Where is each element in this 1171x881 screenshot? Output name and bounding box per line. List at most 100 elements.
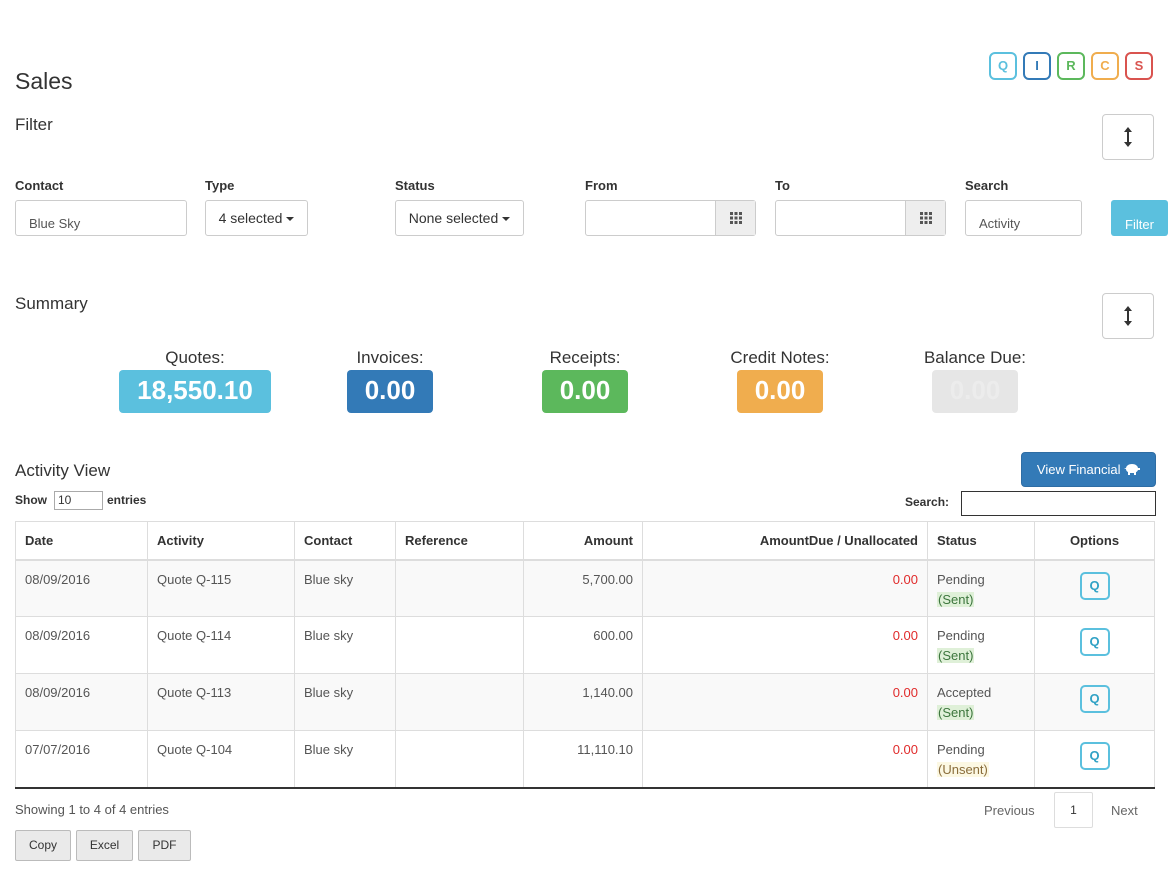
filter-toggle-button[interactable] [1102,114,1154,160]
table-row: 08/09/2016 Quote Q-115 Blue sky 5,700.00… [15,559,1155,617]
invoices-summary-label: Invoices: [356,348,424,367]
quotes-summary-value: 18,550.10 [119,370,271,413]
reference-cell [395,730,524,789]
options-cell: Q [1034,616,1155,674]
summary-toggle-button[interactable] [1102,293,1154,339]
from-date-input[interactable] [585,200,756,236]
type-dropdown-value: 4 selected [218,210,283,226]
credit-notes-summary-value: 0.00 [737,370,823,413]
table-search-input[interactable] [961,491,1156,516]
sent-status-label: (Sent) [937,648,975,663]
amount-cell: 5,700.00 [523,559,643,617]
type-dropdown[interactable]: 4 selected [205,200,308,236]
status-cell: Pending (Sent) [927,559,1035,617]
amount-cell: 1,140.00 [523,673,643,731]
date-cell: 08/09/2016 [15,673,148,731]
date-cell: 08/09/2016 [15,616,148,674]
activity-cell: Quote Q-113 [147,673,295,731]
status-cell: Pending (Unsent) [927,730,1035,789]
invoice-type-button[interactable]: I [1023,52,1051,80]
column-header-date[interactable]: Date [15,521,148,561]
quote-type-button[interactable]: Q [989,52,1017,80]
amount-due-cell: 0.00 [642,730,928,789]
pdf-button[interactable]: PDF [138,830,191,861]
search-input[interactable]: Activity [965,200,1082,236]
column-header-amount-due[interactable]: AmountDue / Unallocated [642,521,928,561]
options-cell: Q [1034,673,1155,731]
reference-cell [395,616,524,674]
view-quote-button[interactable]: Q [1079,628,1110,656]
to-date-input[interactable] [775,200,946,236]
page-length-select[interactable]: 10 [54,491,103,510]
activity-view-title: Activity View [15,461,111,480]
status-dropdown[interactable]: None selected [395,200,524,236]
contact-input[interactable]: Blue Sky [15,200,187,236]
previous-page-button[interactable]: Previous [984,803,1035,818]
calendar-icon[interactable] [715,201,755,235]
column-header-reference[interactable]: Reference [395,521,524,561]
caret-down-icon [502,217,511,222]
contact-cell: Blue sky [294,559,396,617]
view-quote-button[interactable]: Q [1079,742,1110,770]
table-search-label: Search: [905,495,950,509]
column-header-activity[interactable]: Activity [147,521,295,561]
table-header-row: Date Activity Contact Reference Amount A… [15,521,1155,561]
page-title: Sales [15,68,73,94]
filter-button[interactable]: Filter [1111,200,1168,236]
status-dropdown-value: None selected [408,210,499,226]
excel-button[interactable]: Excel [76,830,133,861]
unsent-status-label: (Unsent) [937,762,989,777]
status-cell: Pending (Sent) [927,616,1035,674]
amount-due-cell: 0.00 [642,616,928,674]
date-cell: 08/09/2016 [15,559,148,617]
type-label: Type [205,178,235,193]
credit-note-type-button[interactable]: C [1091,52,1119,80]
status-text: Pending [937,628,985,643]
amount-cell: 600.00 [523,616,643,674]
view-financial-button[interactable]: View Financial [1021,452,1156,487]
view-financial-label: View Financial [1036,462,1121,477]
amount-cell: 11,110.10 [523,730,643,789]
activity-table: Date Activity Contact Reference Amount A… [15,521,1155,789]
vertical-arrows-icon [1124,306,1132,326]
search-label: Search [965,178,1009,193]
balance-due-summary-label: Balance Due: [923,348,1027,367]
copy-button[interactable]: Copy [15,830,71,861]
quotes-summary-label: Quotes: [165,348,225,367]
status-label: Status [395,178,435,193]
column-header-amount[interactable]: Amount [523,521,643,561]
vertical-arrows-icon [1124,127,1132,147]
summary-section-title: Summary [15,294,88,313]
view-quote-button[interactable]: Q [1079,685,1110,713]
current-page-button[interactable]: 1 [1054,792,1093,828]
activity-cell: Quote Q-115 [147,559,295,617]
view-quote-button[interactable]: Q [1079,571,1110,600]
caret-down-icon [286,217,295,222]
balance-due-summary-value: 0.00 [932,370,1018,413]
sent-status-label: (Sent) [937,591,975,607]
column-header-status[interactable]: Status [927,521,1035,561]
statement-type-button[interactable]: S [1125,52,1153,80]
column-header-options: Options [1034,521,1155,561]
receipts-summary-label: Receipts: [549,348,621,367]
amount-due-cell: 0.00 [642,559,928,617]
table-row: 08/09/2016 Quote Q-113 Blue sky 1,140.00… [15,673,1155,731]
receipt-type-button[interactable]: R [1057,52,1085,80]
date-cell: 07/07/2016 [15,730,148,789]
next-page-button[interactable]: Next [1111,803,1138,818]
invoices-summary-value: 0.00 [347,370,433,413]
status-text: Pending [937,742,985,757]
credit-notes-summary-label: Credit Notes: [730,348,830,367]
calendar-icon[interactable] [905,201,945,235]
sent-status-label: (Sent) [937,705,975,720]
to-label: To [775,178,790,193]
contact-cell: Blue sky [294,730,396,789]
entries-label: entries [107,493,147,507]
status-cell: Accepted (Sent) [927,673,1035,731]
table-info: Showing 1 to 4 of 4 entries [15,802,169,817]
contact-label: Contact [15,178,64,193]
column-header-contact[interactable]: Contact [294,521,396,561]
status-text: Accepted [937,685,992,700]
contact-cell: Blue sky [294,616,396,674]
table-row: 08/09/2016 Quote Q-114 Blue sky 600.00 0… [15,616,1155,674]
